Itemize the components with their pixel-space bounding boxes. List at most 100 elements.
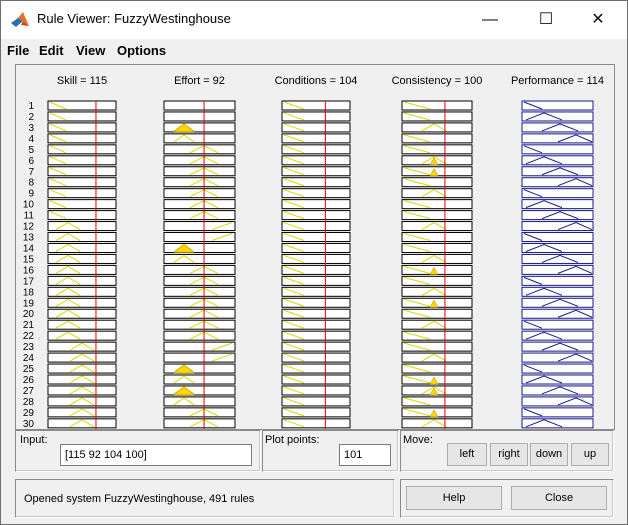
rule-cell (47, 253, 117, 264)
rule-cell (47, 286, 117, 297)
rule-number: 8 (28, 178, 34, 189)
rule-cell (521, 166, 594, 177)
rule-number: 10 (23, 200, 35, 211)
rule-cell (401, 242, 473, 253)
move-right-button[interactable]: right (490, 443, 528, 466)
input-field[interactable] (60, 444, 252, 466)
rule-cell (163, 100, 236, 111)
rule-plots: Skill = 115 Effort = 92 Conditions = 104 Co… (23, 75, 604, 429)
rule-number: 13 (23, 233, 35, 244)
rule-cell (521, 330, 594, 341)
menu-edit[interactable]: Edit (39, 43, 64, 58)
rule-cell (281, 155, 351, 166)
rule-cell (401, 221, 473, 232)
rule-cell (521, 297, 594, 308)
rule-cell (281, 275, 351, 286)
rule-cell (47, 308, 117, 319)
rule-cell (521, 210, 594, 221)
menu-file[interactable]: File (7, 43, 29, 58)
help-button[interactable]: Help (406, 486, 502, 510)
rule-cell (163, 418, 236, 429)
rule-cell (163, 275, 236, 286)
rule-number: 20 (23, 309, 35, 320)
menu-bar: File Edit View Options (1, 39, 627, 63)
rule-cell (281, 330, 351, 341)
move-down-button[interactable]: down (530, 443, 568, 466)
matlab-icon (11, 12, 29, 27)
rule-number: 2 (28, 112, 34, 123)
close-button[interactable]: Close (511, 486, 607, 510)
rule-cell (401, 352, 473, 363)
rule-cell (521, 221, 594, 232)
move-left-button[interactable]: left (447, 443, 487, 466)
window-title: Rule Viewer: FuzzyWestinghouse (37, 11, 231, 26)
rule-cell (401, 330, 473, 341)
menu-options[interactable]: Options (117, 43, 166, 58)
rule-number: 7 (28, 167, 34, 178)
rule-cell (401, 286, 473, 297)
rule-number: 15 (23, 254, 35, 265)
rule-cell (521, 242, 594, 253)
rule-cell (163, 407, 236, 418)
rule-cell (163, 111, 236, 122)
close-window-button[interactable]: ✕ (575, 1, 621, 39)
rule-cell (163, 286, 236, 297)
rule-cell (163, 199, 236, 210)
column-header: Performance = 114 (511, 75, 604, 87)
rule-cell (163, 155, 236, 166)
rule-cell (521, 308, 594, 319)
rule-cell (401, 111, 473, 122)
rule-cell (281, 253, 351, 264)
status-panel: Opened system FuzzyWestinghouse, 491 rul… (15, 479, 395, 518)
rule-cell (47, 242, 117, 253)
rule-number: 29 (23, 408, 35, 419)
rule-number: 21 (23, 320, 35, 331)
rule-cell (401, 418, 473, 429)
rule-number: 1 (28, 101, 34, 112)
rule-cell (281, 264, 351, 275)
rule-cell (281, 286, 351, 297)
rule-cell (521, 199, 594, 210)
rule-cell (163, 210, 236, 221)
rule-cell (163, 232, 236, 243)
rule-cell (401, 210, 473, 221)
rule-cell (401, 133, 473, 144)
column-header: Effort = 92 (174, 75, 225, 87)
rule-number: 12 (23, 222, 35, 233)
rule-cell (521, 253, 594, 264)
rule-cell (281, 308, 351, 319)
rule-cell (521, 286, 594, 297)
rule-cell (47, 221, 117, 232)
maximize-button[interactable]: ☐ (523, 1, 569, 39)
menu-view[interactable]: View (76, 43, 105, 58)
rule-number: 26 (23, 375, 35, 386)
rule-cell (281, 210, 351, 221)
rule-cell (281, 374, 351, 385)
rule-cell (401, 100, 473, 111)
rule-plots-area: Skill = 115 Effort = 92 Conditions = 104 Co… (15, 64, 615, 430)
rule-cell (163, 221, 236, 232)
rule-cell (281, 188, 351, 199)
rule-cell (281, 166, 351, 177)
rule-cell (281, 385, 351, 396)
rule-cell (47, 297, 117, 308)
input-label: Input: (20, 434, 48, 446)
rule-cell (401, 232, 473, 243)
minimize-button[interactable]: — (467, 1, 513, 39)
rule-number: 17 (23, 276, 35, 287)
rule-cell (47, 319, 117, 330)
rule-cell (281, 177, 351, 188)
rule-cell (401, 363, 473, 374)
rule-cell (521, 396, 594, 407)
rule-cell (521, 177, 594, 188)
rule-number: 23 (23, 342, 35, 353)
rule-number: 30 (23, 419, 35, 429)
rule-number: 16 (23, 265, 35, 276)
rule-cell (281, 352, 351, 363)
rule-cell (163, 341, 236, 352)
plot-points-label: Plot points: (265, 434, 320, 446)
rule-cell (521, 385, 594, 396)
move-up-button[interactable]: up (571, 443, 609, 466)
plot-points-field[interactable] (339, 444, 391, 466)
rule-cell (401, 275, 473, 286)
